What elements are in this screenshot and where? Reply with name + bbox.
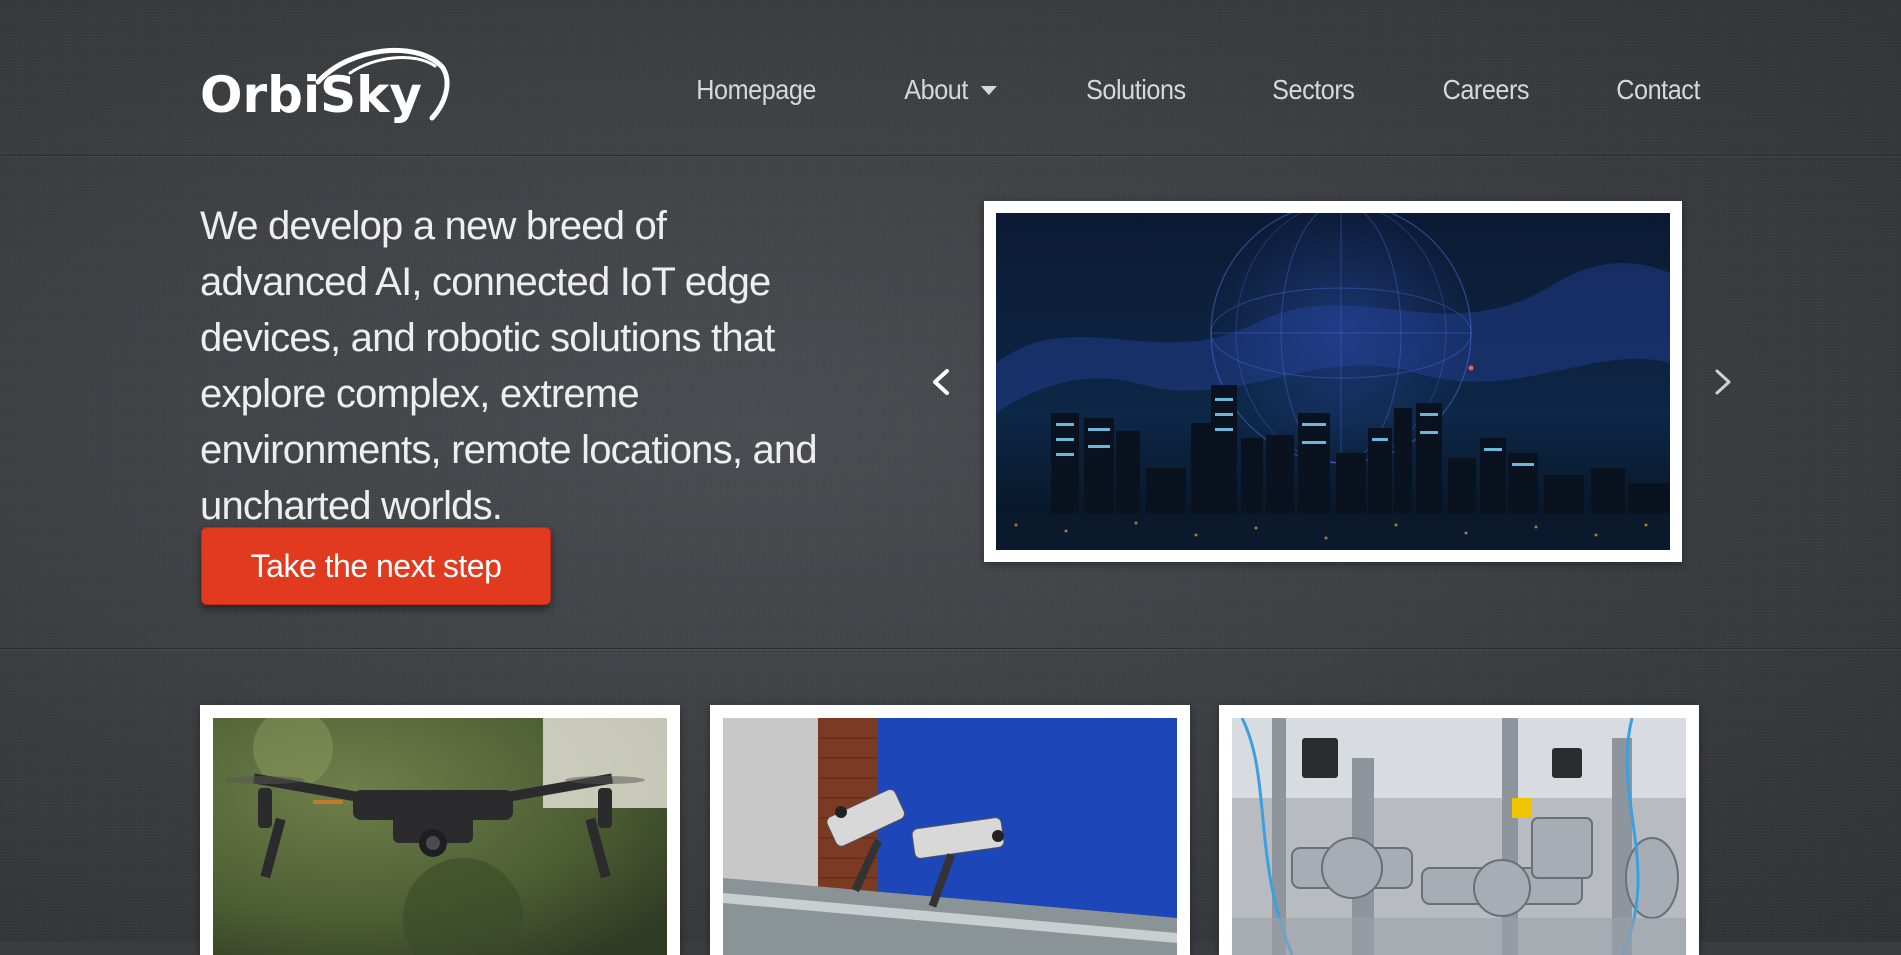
slider-next-button[interactable] (1703, 362, 1743, 402)
caret-down-icon (980, 85, 997, 95)
hero-headline: We develop a new breed of advanced AI, c… (200, 204, 818, 528)
nav-label: Solutions (1085, 74, 1186, 105)
nav-item-sectors[interactable]: Sectors (1202, 70, 1356, 110)
cta-button[interactable]: Take the next step (201, 527, 551, 605)
nav-label: Contact (1616, 74, 1700, 105)
security-camera-image (723, 718, 1177, 955)
logo[interactable]: OrbiSky (200, 38, 450, 128)
nav-label: About (904, 74, 968, 105)
city-network-image (996, 213, 1670, 550)
industrial-machinery-image (1232, 718, 1686, 955)
nav-item-homepage[interactable]: Homepage (696, 70, 816, 110)
nav-label: Homepage (696, 74, 817, 105)
feature-cards (200, 705, 1700, 955)
nav-item-solutions[interactable]: Solutions (1016, 70, 1186, 110)
hero-section: We develop a new breed of advanced AI, c… (0, 156, 1901, 649)
card-industrial[interactable] (1219, 705, 1699, 955)
logo-wordmark: OrbiSky (200, 66, 422, 124)
chevron-right-icon (1715, 369, 1731, 395)
nav-label: Sectors (1272, 74, 1356, 105)
nav-label: Careers (1442, 74, 1530, 105)
site-header: OrbiSky Homepage About Solutions Sectors… (0, 0, 1901, 156)
drone-image (213, 718, 667, 955)
chevron-left-icon (933, 369, 949, 395)
card-drone[interactable] (200, 705, 680, 955)
image-slider[interactable] (984, 201, 1682, 562)
card-surveillance[interactable] (710, 705, 1190, 955)
nav-item-contact[interactable]: Contact (1546, 70, 1700, 110)
main-nav: Homepage About Solutions Sectors Careers… (683, 70, 1700, 110)
nav-item-about[interactable]: About (834, 70, 997, 110)
nav-item-careers[interactable]: Careers (1372, 70, 1530, 110)
slider-prev-button[interactable] (921, 362, 961, 402)
